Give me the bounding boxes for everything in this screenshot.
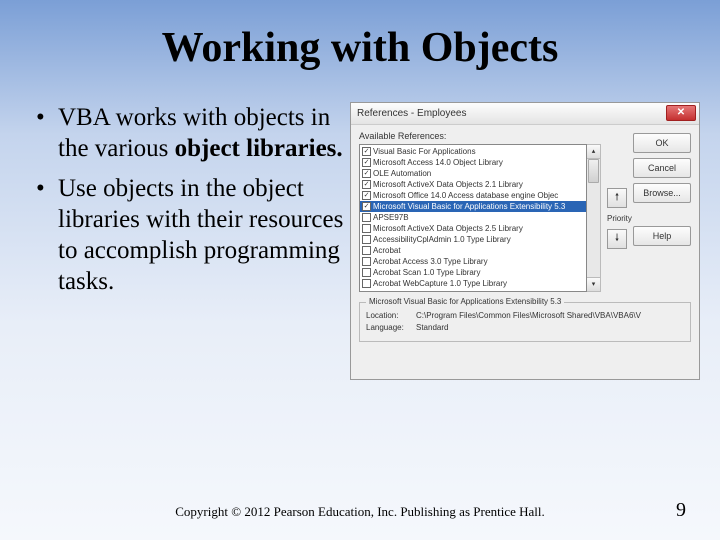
references-dialog: References - Employees ✕ Available Refer… [350, 102, 700, 380]
reference-label: Microsoft Office 14.0 Access database en… [373, 190, 558, 201]
checkbox-icon[interactable] [362, 257, 371, 266]
checkbox-icon[interactable]: ✓ [362, 191, 371, 200]
reference-label: AccessibilityCplAdmin 1.0 Type Library [373, 234, 511, 245]
dialog-titlebar: References - Employees ✕ [351, 103, 699, 125]
dialog-button-column: OK Cancel Browse... Help [633, 133, 691, 246]
checkbox-icon[interactable]: ✓ [362, 180, 371, 189]
reference-label: APSE97B [373, 212, 409, 223]
language-value: Standard [416, 323, 448, 332]
language-label: Language: [366, 323, 416, 332]
reference-item[interactable]: AccessibilityCplAdmin 1.0 Type Library [360, 234, 586, 245]
checkbox-icon[interactable] [362, 268, 371, 277]
reference-label: Acrobat WebCapture 1.0 Type Library [373, 278, 507, 289]
detail-groupbox: Microsoft Visual Basic for Applications … [359, 302, 691, 342]
reference-item[interactable]: ✓Microsoft Office 14.0 Access database e… [360, 190, 586, 201]
bullet-item: Use objects in the object libraries with… [36, 173, 346, 298]
reference-item[interactable]: APSE97B [360, 212, 586, 223]
slide-title: Working with Objects [0, 0, 720, 72]
reference-item[interactable]: Acrobat WebCapture 1.0 Type Library [360, 278, 586, 289]
bullet-list: VBA works with objects in the various ob… [36, 102, 346, 380]
reference-label: Visual Basic For Applications [373, 146, 476, 157]
reference-label: Acrobat Access 3.0 Type Library [373, 256, 488, 267]
reference-item[interactable]: ✓Microsoft ActiveX Data Objects 2.1 Libr… [360, 179, 586, 190]
location-label: Location: [366, 311, 416, 320]
scroll-thumb[interactable] [588, 159, 599, 183]
priority-down-button[interactable]: 🠗 [607, 229, 627, 249]
scroll-up-arrow[interactable]: ▴ [587, 145, 600, 159]
reference-item[interactable]: ✓OLE Automation [360, 168, 586, 179]
copyright-footer: Copyright © 2012 Pearson Education, Inc.… [0, 504, 720, 520]
reference-label: Microsoft ActiveX Data Objects 2.1 Libra… [373, 179, 523, 190]
references-listbox[interactable]: ✓Visual Basic For Applications✓Microsoft… [359, 144, 587, 292]
reference-label: Microsoft Access 14.0 Object Library [373, 157, 503, 168]
reference-item[interactable]: Acrobat Scan 1.0 Type Library [360, 267, 586, 278]
priority-controls: 🠕 Priority 🠗 [607, 144, 632, 292]
priority-label: Priority [607, 214, 632, 223]
page-number: 9 [676, 499, 686, 522]
checkbox-icon[interactable]: ✓ [362, 147, 371, 156]
location-value: C:\Program Files\Common Files\Microsoft … [416, 311, 641, 320]
scroll-down-arrow[interactable]: ▾ [587, 277, 600, 291]
checkbox-icon[interactable]: ✓ [362, 158, 371, 167]
checkbox-icon[interactable] [362, 246, 371, 255]
help-button[interactable]: Help [633, 226, 691, 246]
reference-item[interactable]: Acrobat [360, 245, 586, 256]
checkbox-icon[interactable]: ✓ [362, 169, 371, 178]
checkbox-icon[interactable] [362, 213, 371, 222]
content-area: VBA works with objects in the various ob… [0, 72, 720, 380]
checkbox-icon[interactable]: ✓ [362, 202, 371, 211]
close-button[interactable]: ✕ [666, 105, 696, 121]
ok-button[interactable]: OK [633, 133, 691, 153]
checkbox-icon[interactable] [362, 279, 371, 288]
checkbox-icon[interactable] [362, 224, 371, 233]
reference-item[interactable]: Acrobat Access 3.0 Type Library [360, 256, 586, 267]
cancel-button[interactable]: Cancel [633, 158, 691, 178]
reference-label: OLE Automation [373, 168, 431, 179]
reference-label: Acrobat [373, 245, 401, 256]
detail-legend: Microsoft Visual Basic for Applications … [366, 297, 564, 306]
dialog-title: References - Employees [357, 108, 467, 119]
bullet-item: VBA works with objects in the various ob… [36, 102, 346, 165]
reference-label: Acrobat Scan 1.0 Type Library [373, 267, 480, 278]
browse-button[interactable]: Browse... [633, 183, 691, 203]
reference-label: Microsoft ActiveX Data Objects 2.5 Libra… [373, 223, 523, 234]
reference-item[interactable]: ✓Microsoft Visual Basic for Applications… [360, 201, 586, 212]
reference-item[interactable]: ✓Visual Basic For Applications [360, 146, 586, 157]
reference-item[interactable]: Microsoft ActiveX Data Objects 2.5 Libra… [360, 223, 586, 234]
reference-item[interactable]: ✓Microsoft Access 14.0 Object Library [360, 157, 586, 168]
priority-up-button[interactable]: 🠕 [607, 188, 627, 208]
reference-label: Microsoft Visual Basic for Applications … [373, 201, 565, 212]
scrollbar-vertical[interactable]: ▴ ▾ [587, 144, 601, 292]
checkbox-icon[interactable] [362, 235, 371, 244]
